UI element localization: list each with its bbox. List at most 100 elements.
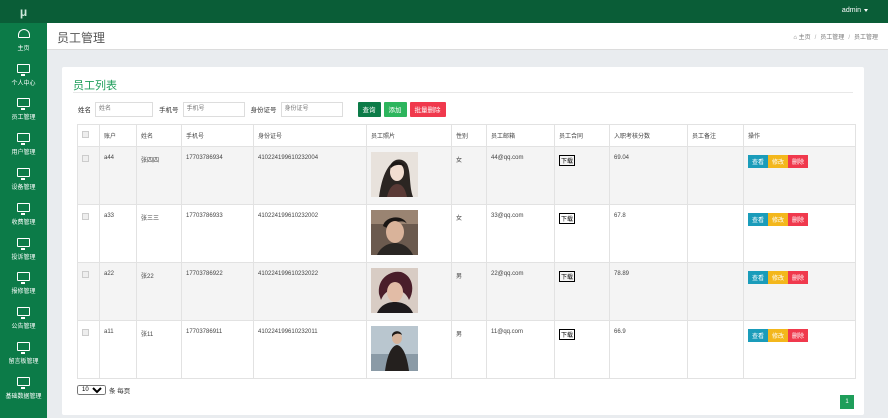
topbar: admin: [47, 0, 888, 23]
user-menu[interactable]: admin: [842, 7, 868, 14]
sidebar-item-fees[interactable]: 收费管理: [0, 197, 47, 232]
row-checkbox[interactable]: [82, 329, 89, 336]
idcard-input[interactable]: [280, 101, 343, 117]
row-checkbox[interactable]: [82, 213, 89, 220]
table-row: a22 张22 17703786922 410224199610232022 男…: [77, 262, 856, 321]
monitor-icon: [17, 63, 30, 76]
employee-photo: [371, 210, 418, 255]
name-cell: 张22: [136, 262, 182, 321]
filter-bar: 姓名 手机号 身份证号 查询 添加 批量删除: [78, 100, 446, 118]
edit-button[interactable]: 修改: [768, 213, 789, 226]
sidebar-item-complaints[interactable]: 投诉管理: [0, 232, 47, 267]
sidebar-item-devices[interactable]: 设备管理: [0, 162, 47, 197]
photo-cell: [366, 146, 452, 205]
select-all-cell[interactable]: [77, 124, 100, 147]
edit-button[interactable]: 修改: [768, 271, 789, 284]
monitor-icon: [17, 98, 30, 111]
sidebar-item-label: 用户管理: [11, 150, 36, 157]
gender-cell: 女: [451, 146, 487, 205]
phone-label: 手机号: [159, 107, 179, 114]
sidebar-item-messages[interactable]: 留言板管理: [0, 336, 47, 371]
card-title: 员工列表: [73, 80, 117, 92]
sidebar: μ 主页 个人中心 员工管理 用户管理 设备管理 收费管理 投诉管理 报修管理 …: [0, 0, 47, 418]
monitor-icon: [17, 133, 30, 146]
sidebar-item-label: 报修管理: [11, 289, 36, 296]
view-button[interactable]: 查看: [748, 329, 769, 342]
phone-cell: 17703786911: [181, 320, 254, 379]
name-cell: 张三三: [136, 204, 182, 263]
sidebar-item-label: 员工管理: [11, 115, 36, 122]
edit-button[interactable]: 修改: [768, 155, 789, 168]
view-button[interactable]: 查看: [748, 271, 769, 284]
sidebar-item-repairs[interactable]: 报修管理: [0, 267, 47, 302]
search-button[interactable]: 查询: [357, 101, 381, 117]
phone-cell: 17703786922: [181, 262, 254, 321]
download-contract-link[interactable]: 下载: [559, 213, 576, 224]
sidebar-item-basic-data[interactable]: 基础数据管理: [0, 371, 47, 406]
remark-cell: [687, 204, 744, 263]
download-contract-link[interactable]: 下载: [559, 271, 576, 282]
breadcrumb-current: 员工管理: [853, 35, 878, 41]
view-button[interactable]: 查看: [748, 213, 769, 226]
delete-button[interactable]: 删除: [788, 213, 809, 226]
idcard-label: 身份证号: [250, 107, 277, 114]
employee-list-card: 员工列表 姓名 手机号 身份证号 查询 添加 批量删除 账户 姓名 手机号 身份…: [62, 67, 864, 415]
name-cell: 张11: [136, 320, 182, 379]
idcard-cell: 410224199610232022: [253, 262, 367, 321]
monitor-icon: [17, 202, 30, 215]
download-contract-link[interactable]: 下载: [559, 329, 576, 340]
column-header: 员工邮箱: [486, 124, 555, 147]
sidebar-item-employees[interactable]: 员工管理: [0, 93, 47, 128]
row-checkbox[interactable]: [82, 155, 89, 162]
phone-cell: 17703786933: [181, 204, 254, 263]
name-input[interactable]: [95, 101, 153, 117]
monitor-icon: [17, 237, 30, 250]
sidebar-item-label: 基础数据管理: [5, 393, 42, 400]
delete-button[interactable]: 删除: [788, 329, 809, 342]
monitor-icon: [17, 342, 30, 355]
score-cell: 67.8: [609, 204, 688, 263]
column-header: 员工照片: [366, 124, 452, 147]
add-button[interactable]: 添加: [383, 101, 407, 117]
account-cell: a44: [99, 146, 137, 205]
sidebar-item-users[interactable]: 用户管理: [0, 127, 47, 162]
contract-cell: 下载: [554, 262, 610, 321]
actions-cell: 查看 修改 删除: [743, 320, 856, 379]
page-header: 员工管理 ⌂ 主页 / 员工管理 / 员工管理: [47, 23, 888, 50]
download-contract-link[interactable]: 下载: [559, 155, 576, 166]
delete-button[interactable]: 删除: [788, 271, 809, 284]
caret-down-icon: [864, 8, 868, 12]
monitor-icon: [17, 272, 30, 285]
column-header: 账户: [99, 124, 137, 147]
breadcrumb-home[interactable]: 主页: [799, 35, 811, 41]
actions-cell: 查看 修改 删除: [743, 262, 856, 321]
idcard-cell: 410224199610232011: [253, 320, 367, 379]
photo-cell: [366, 320, 452, 379]
account-cell: a22: [99, 262, 137, 321]
sidebar-item-notices[interactable]: 公告管理: [0, 301, 47, 336]
score-cell: 69.04: [609, 146, 688, 205]
page-size-select[interactable]: 10: [77, 385, 106, 395]
sidebar-item-label: 个人中心: [11, 80, 36, 87]
breadcrumb-section[interactable]: 员工管理: [820, 35, 844, 41]
edit-button[interactable]: 修改: [768, 329, 789, 342]
remark-cell: [687, 320, 744, 379]
delete-button[interactable]: 删除: [788, 155, 809, 168]
monitor-icon: [17, 307, 30, 320]
row-checkbox[interactable]: [82, 271, 89, 278]
photo-cell: [366, 262, 452, 321]
page-number-button[interactable]: 1: [840, 395, 854, 409]
sidebar-item-home[interactable]: 主页: [0, 23, 47, 58]
sidebar-item-profile[interactable]: 个人中心: [0, 58, 47, 93]
batch-delete-button[interactable]: 批量删除: [409, 101, 446, 117]
column-header: 员工备注: [687, 124, 744, 147]
phone-input[interactable]: [182, 101, 245, 117]
per-page-label: 条 每页: [109, 388, 131, 395]
actions-cell: 查看 修改 删除: [743, 204, 856, 263]
view-button[interactable]: 查看: [748, 155, 769, 168]
select-all-checkbox[interactable]: [82, 131, 89, 138]
email-cell: 44@qq.com: [486, 146, 555, 205]
email-cell: 33@qq.com: [486, 204, 555, 263]
monitor-icon: [17, 376, 30, 389]
page-title: 员工管理: [57, 31, 106, 45]
